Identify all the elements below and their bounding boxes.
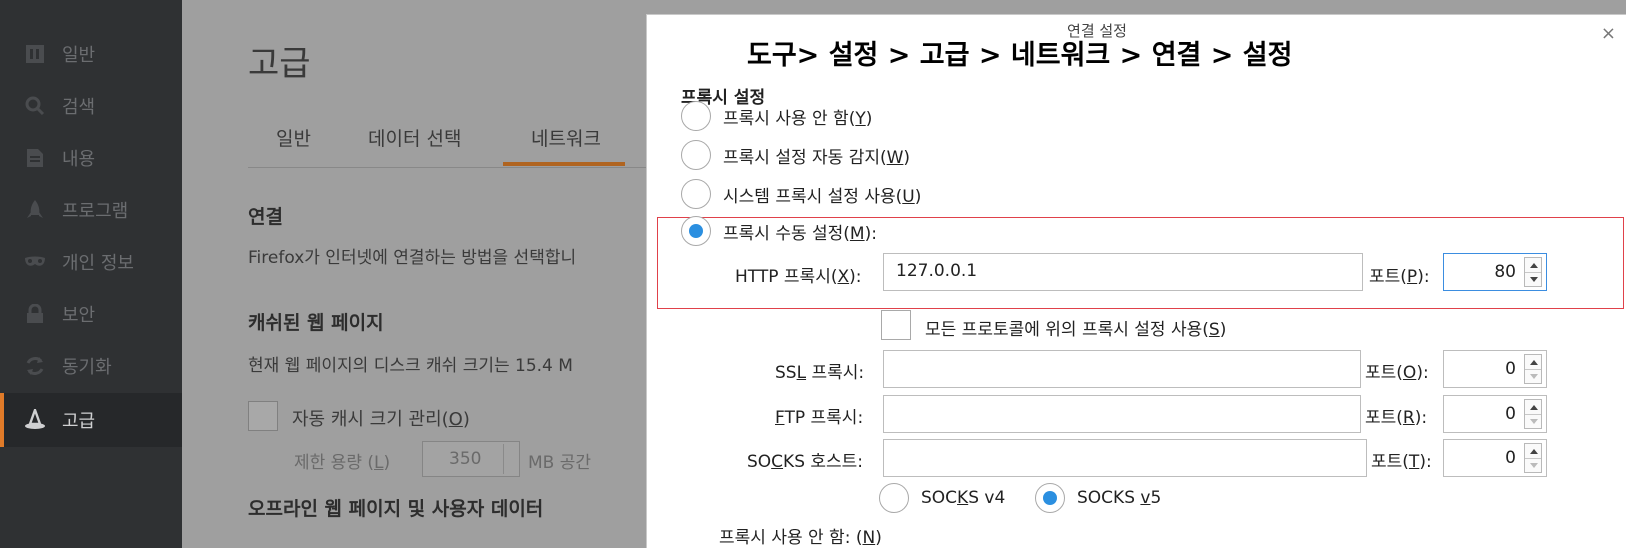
sidebar-item-advanced[interactable]: 고급 bbox=[0, 393, 182, 447]
auto-cache-label: 자동 캐시 크기 관리(O) bbox=[292, 409, 470, 430]
auto-cache-checkbox[interactable] bbox=[248, 401, 278, 431]
sidebar-item-label: 보안 bbox=[62, 305, 96, 326]
socks-port-input[interactable]: 0 bbox=[1443, 439, 1547, 477]
ftp-port-spinner[interactable] bbox=[1524, 399, 1542, 429]
radio-button[interactable] bbox=[681, 140, 711, 170]
ftp-port-label: 포트(R): bbox=[1365, 408, 1428, 428]
http-port-label: 포트(P): bbox=[1369, 267, 1430, 287]
no-proxy-for-label: 프록시 사용 안 함: (N) bbox=[719, 528, 882, 548]
connection-settings-dialog: 연결 설정 × 도구> 설정 > 고급 > 네트워크 > 연결 > 설정 프록시… bbox=[646, 14, 1626, 548]
socks-port-spinner[interactable] bbox=[1524, 443, 1542, 473]
radio-socks-v4[interactable]: SOCKS v4 bbox=[879, 483, 1005, 513]
sidebar-item-label: 개인 정보 bbox=[62, 253, 134, 274]
mask-icon bbox=[24, 251, 46, 273]
close-icon[interactable]: × bbox=[1601, 23, 1616, 44]
http-port-input[interactable]: 80 bbox=[1443, 253, 1547, 291]
ssl-proxy-label: SSL 프록시: bbox=[775, 363, 865, 383]
cache-limit-label: 제한 용량 (L) bbox=[294, 453, 391, 473]
http-port-spinner[interactable] bbox=[1524, 257, 1542, 287]
radio-auto-detect[interactable]: 프록시 설정 자동 감지(W) bbox=[681, 140, 910, 170]
lock-icon bbox=[24, 303, 46, 325]
ssl-port-input[interactable]: 0 bbox=[1443, 350, 1547, 388]
sidebar-item-content[interactable]: 내용 bbox=[0, 131, 182, 185]
rocket-icon bbox=[24, 199, 46, 221]
sync-icon bbox=[24, 355, 46, 377]
page-title: 고급 bbox=[248, 44, 311, 84]
radio-system-proxy[interactable]: 시스템 프록시 설정 사용(U) bbox=[681, 179, 921, 209]
radio-manual-proxy[interactable]: 프록시 수동 설정(M): bbox=[681, 216, 877, 246]
tab-network[interactable]: 네트워크 bbox=[503, 124, 625, 166]
radio-button[interactable] bbox=[681, 101, 711, 131]
ssl-port-spinner[interactable] bbox=[1524, 354, 1542, 384]
tab-data-choices[interactable]: 데이터 선택 bbox=[368, 124, 461, 151]
wizard-hat-icon bbox=[24, 409, 46, 431]
http-proxy-label: HTTP 프록시(X): bbox=[735, 267, 862, 287]
share-all-protocols-checkbox[interactable] bbox=[881, 310, 911, 340]
socks-host-label: SOCKS 호스트: bbox=[747, 452, 864, 472]
radio-no-proxy[interactable]: 프록시 사용 안 함(Y) bbox=[681, 101, 872, 131]
socks-port-label: 포트(T): bbox=[1371, 452, 1432, 472]
cache-heading: 캐쉬된 웹 페이지 bbox=[248, 312, 384, 334]
document-icon bbox=[24, 147, 46, 169]
radio-socks-v5[interactable]: SOCKS v5 bbox=[1035, 483, 1161, 513]
tab-general[interactable]: 일반 bbox=[276, 124, 311, 151]
radio-button[interactable] bbox=[879, 483, 909, 513]
sidebar-item-label: 검색 bbox=[62, 97, 96, 118]
socks-host-input[interactable] bbox=[883, 439, 1367, 477]
sidebar-item-privacy[interactable]: 개인 정보 bbox=[0, 235, 182, 289]
ssl-proxy-input[interactable] bbox=[883, 350, 1361, 388]
cache-description: 현재 웹 페이지의 디스크 캐쉬 크기는 15.4 M bbox=[248, 356, 573, 376]
sidebar-item-label: 동기화 bbox=[62, 357, 112, 378]
cache-limit-unit: MB 공간 bbox=[528, 453, 592, 473]
sidebar-item-label: 일반 bbox=[62, 45, 96, 66]
sidebar-item-label: 고급 bbox=[62, 411, 96, 432]
sidebar-item-security[interactable]: 보안 bbox=[0, 287, 182, 341]
sidebar-item-sync[interactable]: 동기화 bbox=[0, 339, 182, 393]
ftp-proxy-label: FTP 프록시: bbox=[775, 408, 864, 428]
ssl-port-label: 포트(O): bbox=[1365, 363, 1429, 383]
share-all-protocols-label: 모든 프로토콜에 위의 프록시 설정 사용(S) bbox=[925, 320, 1227, 340]
general-icon bbox=[24, 43, 46, 65]
cache-limit-input[interactable]: 350 bbox=[422, 441, 520, 477]
ftp-port-input[interactable]: 0 bbox=[1443, 395, 1547, 433]
breadcrumb: 도구> 설정 > 고급 > 네트워크 > 연결 > 설정 bbox=[747, 40, 1293, 71]
sidebar-item-label: 프로그램 bbox=[62, 201, 129, 222]
sidebar-item-search[interactable]: 검색 bbox=[0, 79, 182, 133]
connection-description: Firefox가 인터넷에 연결하는 방법을 선택합니 bbox=[248, 248, 577, 268]
radio-button-selected[interactable] bbox=[1035, 483, 1065, 513]
sidebar-item-general[interactable]: 일반 bbox=[0, 27, 182, 81]
radio-button-selected[interactable] bbox=[681, 216, 711, 246]
radio-button[interactable] bbox=[681, 179, 711, 209]
cache-limit-spinner[interactable] bbox=[503, 444, 517, 474]
search-icon bbox=[24, 95, 46, 117]
sidebar-item-label: 내용 bbox=[62, 149, 96, 170]
sidebar: 일반 검색 내용 프로그램 개인 정보 보안 동기화 고급 bbox=[0, 0, 182, 548]
connection-heading: 연결 bbox=[248, 206, 283, 228]
sidebar-item-applications[interactable]: 프로그램 bbox=[0, 183, 182, 237]
ftp-proxy-input[interactable] bbox=[883, 395, 1361, 433]
offline-heading: 오프라인 웹 페이지 및 사용자 데이터 bbox=[248, 498, 544, 520]
http-proxy-input[interactable]: 127.0.0.1 bbox=[883, 253, 1363, 291]
